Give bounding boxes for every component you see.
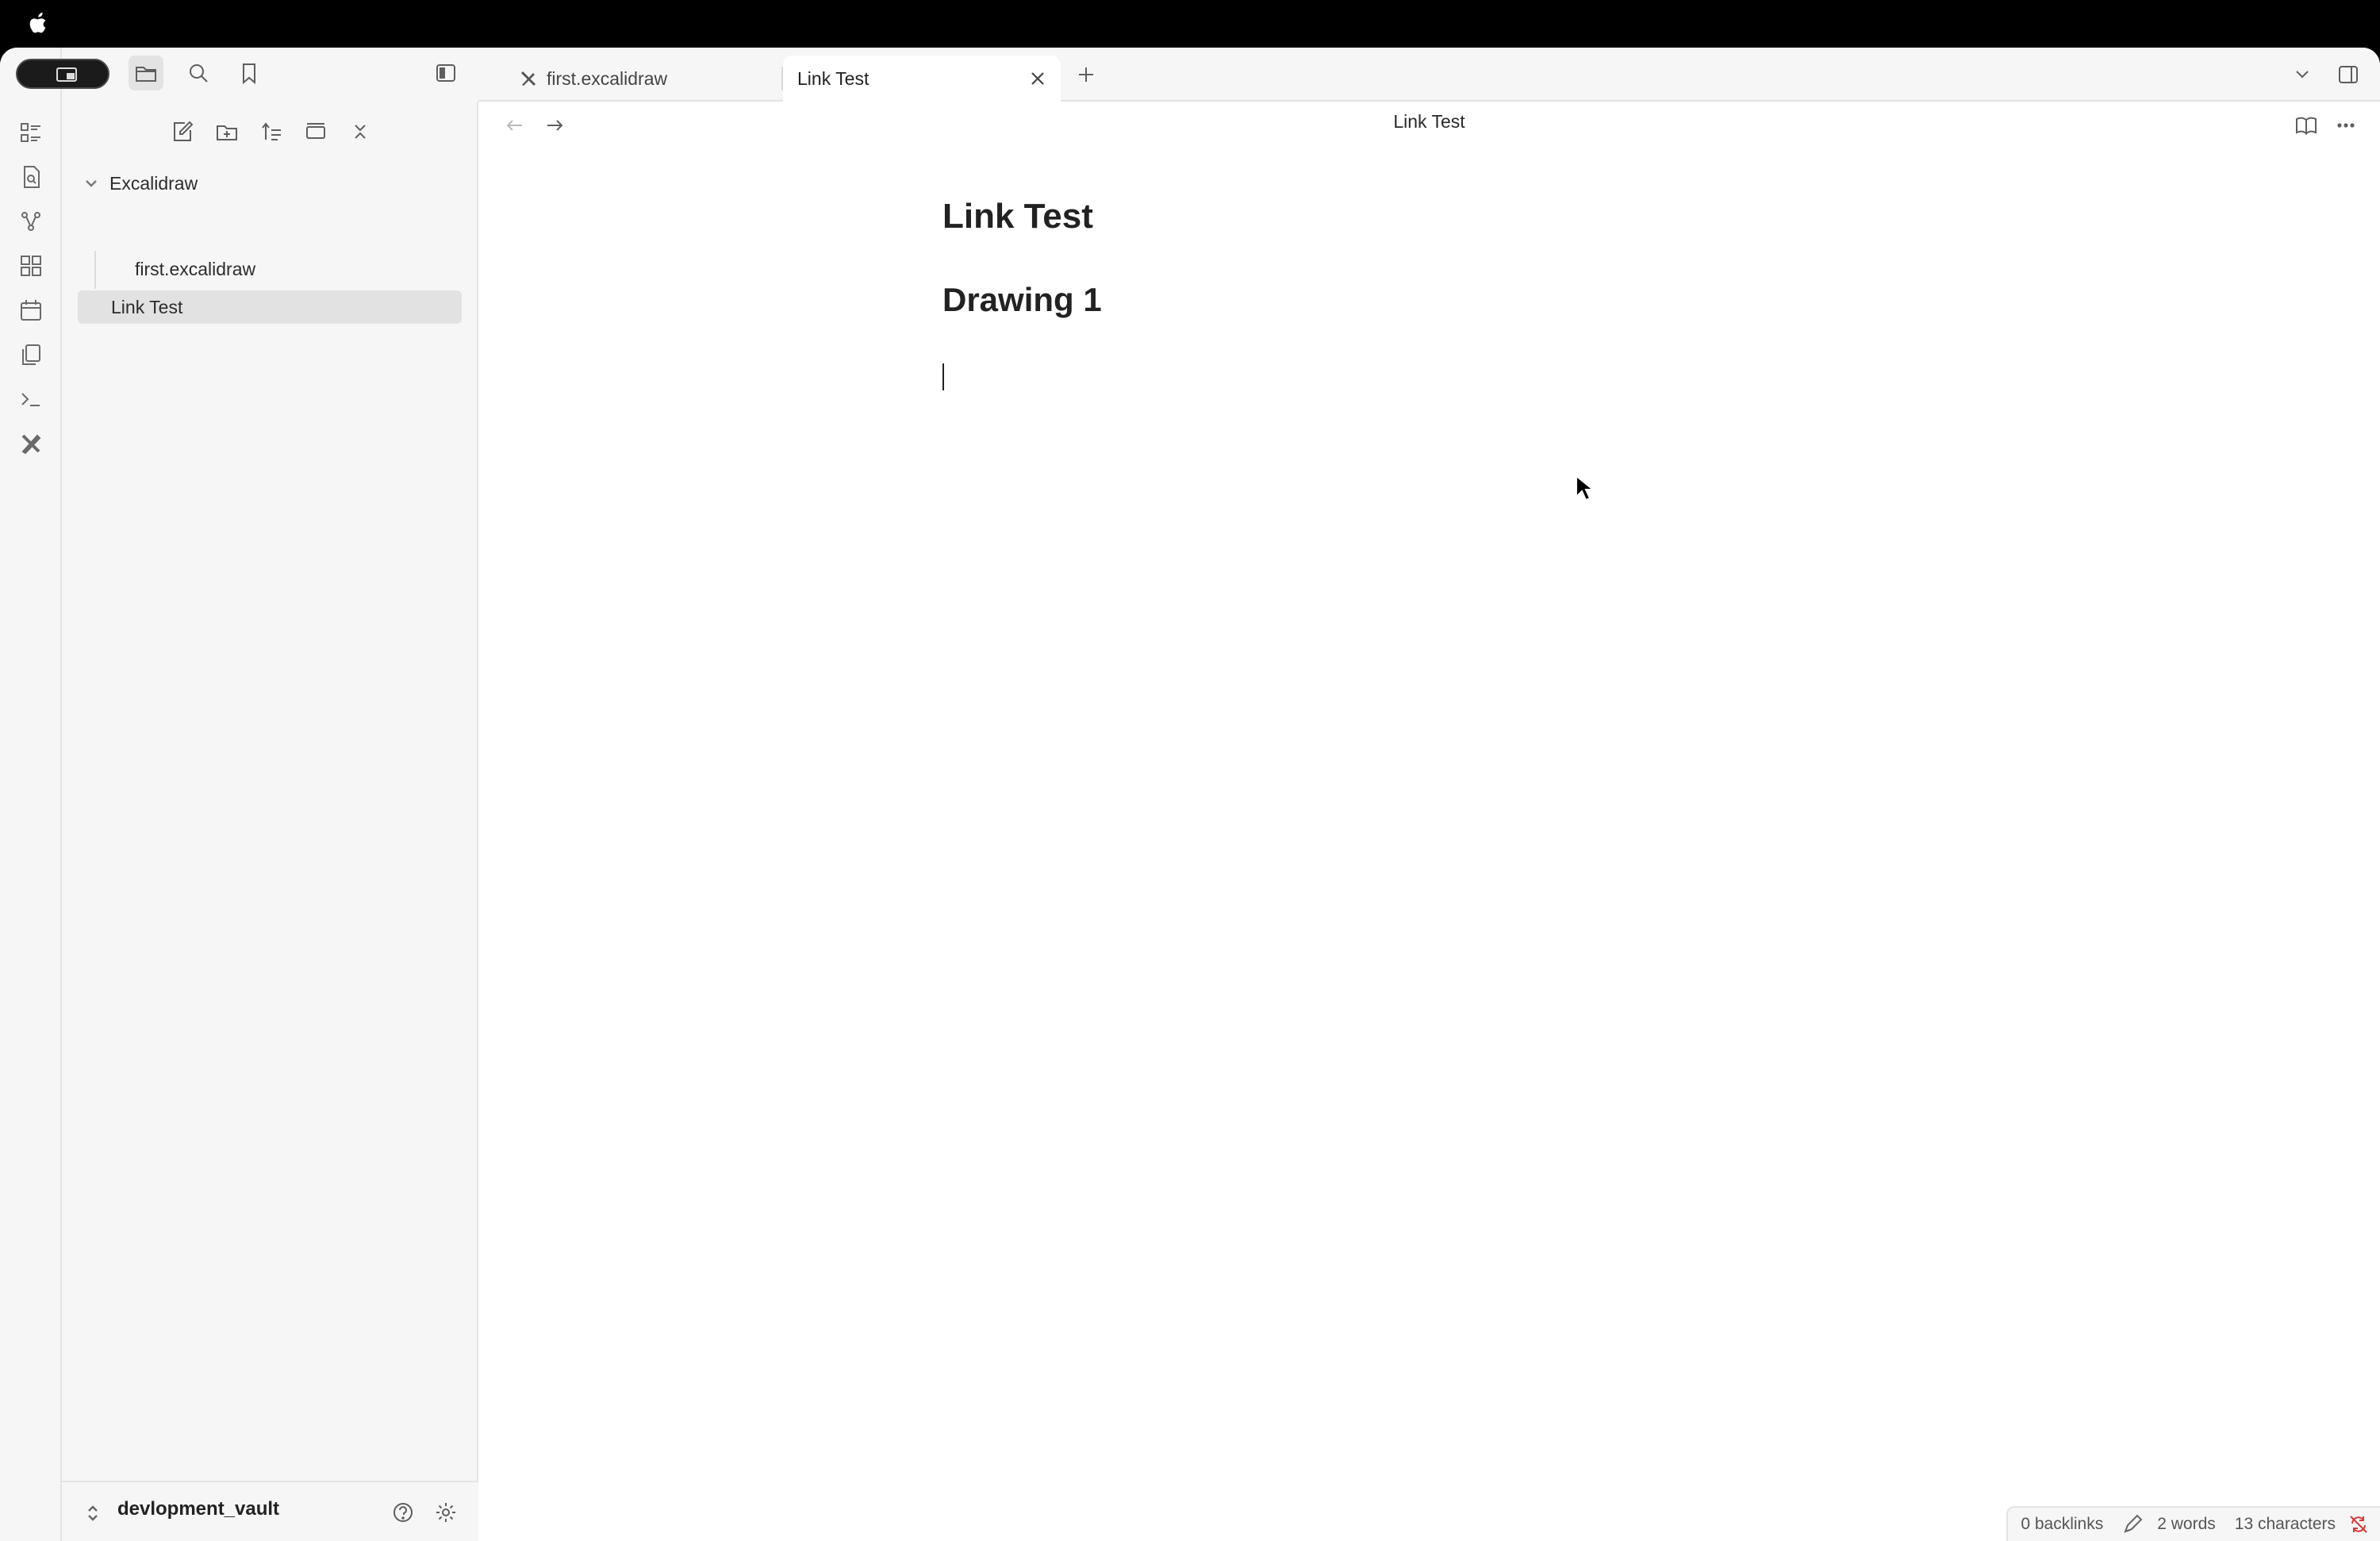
tab-list-chevron-down-icon[interactable] xyxy=(2285,57,2320,92)
screen-icon xyxy=(56,67,77,82)
tab-bar: first.excalidraw Link Test xyxy=(478,48,2380,102)
settings-gear-icon[interactable] xyxy=(428,1495,463,1530)
excalidraw-icon xyxy=(520,71,536,86)
sidebar-header xyxy=(16,48,478,102)
heading-1[interactable]: Link Test xyxy=(942,197,1093,236)
calendar-icon[interactable] xyxy=(16,295,46,325)
sidebar-toggle-icon[interactable] xyxy=(428,56,463,90)
view-header-title[interactable]: Link Test xyxy=(478,111,2380,133)
copy-icon[interactable] xyxy=(16,340,46,370)
apple-logo-icon[interactable] xyxy=(27,11,51,37)
left-ribbon xyxy=(0,48,62,1541)
backlinks-count[interactable]: 0 backlinks xyxy=(2021,1515,2103,1534)
excalidraw-icon[interactable] xyxy=(16,428,46,459)
file-explorer-sidebar: Excalidraw first.excalidraw Link Test de… xyxy=(16,48,481,1541)
tree-file-link-test[interactable]: Link Test xyxy=(78,290,462,324)
terminal-icon[interactable] xyxy=(16,384,46,414)
tree-item-label: Link Test xyxy=(111,296,183,317)
vault-name: devlopment_vault xyxy=(117,1498,280,1520)
text-caret xyxy=(942,363,944,390)
tree-folder-excalidraw[interactable]: Excalidraw xyxy=(84,167,481,200)
tree-file-first-excalidraw[interactable]: first.excalidraw xyxy=(135,252,476,286)
files-icon[interactable] xyxy=(129,56,163,90)
tab-label: first.excalidraw xyxy=(547,67,668,89)
tree-item-label: first.excalidraw xyxy=(135,258,256,279)
new-note-icon[interactable] xyxy=(165,114,200,149)
dashboard-icon[interactable] xyxy=(16,117,46,148)
new-folder-icon[interactable] xyxy=(209,114,244,149)
mouse-pointer-icon xyxy=(1576,475,1594,501)
sync-error-icon[interactable] xyxy=(2348,1514,2369,1535)
status-bar: 0 backlinks 2 words 13 characters xyxy=(2006,1506,2380,1541)
tab-link-test[interactable]: Link Test xyxy=(783,56,1061,102)
tree-item-label: Excalidraw xyxy=(109,172,198,194)
help-icon[interactable] xyxy=(386,1495,420,1530)
search-icon[interactable] xyxy=(181,56,216,90)
file-search-icon[interactable] xyxy=(16,162,46,192)
sort-icon[interactable] xyxy=(254,114,289,149)
tab-first-excalidraw[interactable]: first.excalidraw xyxy=(494,56,781,102)
edit-pencil-icon[interactable] xyxy=(2122,1514,2143,1535)
word-count: 2 words xyxy=(2157,1515,2216,1533)
collapse-icon[interactable] xyxy=(298,114,333,149)
vault-switcher[interactable]: devlopment_vault xyxy=(62,1481,478,1541)
new-tab-icon[interactable] xyxy=(1069,57,1104,92)
character-count: 13 characters xyxy=(2234,1515,2336,1533)
grid-icon[interactable] xyxy=(16,251,46,281)
right-sidebar-toggle-icon[interactable] xyxy=(2331,57,2366,92)
indent-guide xyxy=(94,251,96,289)
chevron-down-icon xyxy=(86,180,97,187)
graph-icon[interactable] xyxy=(16,206,46,236)
editor-view: Link Test Link Test Drawing 1 0 backlink… xyxy=(478,102,2380,1541)
heading-2[interactable]: Drawing 1 xyxy=(942,281,1102,319)
reading-view-book-icon[interactable] xyxy=(2289,108,2324,143)
menu-bar xyxy=(0,0,2380,48)
tab-label: Link Test xyxy=(797,67,869,89)
more-options-icon[interactable] xyxy=(2328,108,2363,143)
close-icon[interactable] xyxy=(1029,70,1046,87)
window-controls-pill[interactable] xyxy=(16,59,109,89)
close-all-icon[interactable] xyxy=(343,114,378,149)
bookmark-icon[interactable] xyxy=(232,56,267,90)
app-window: Excalidraw first.excalidraw Link Test de… xyxy=(0,48,2380,1541)
chevron-updown-icon xyxy=(88,1505,98,1521)
